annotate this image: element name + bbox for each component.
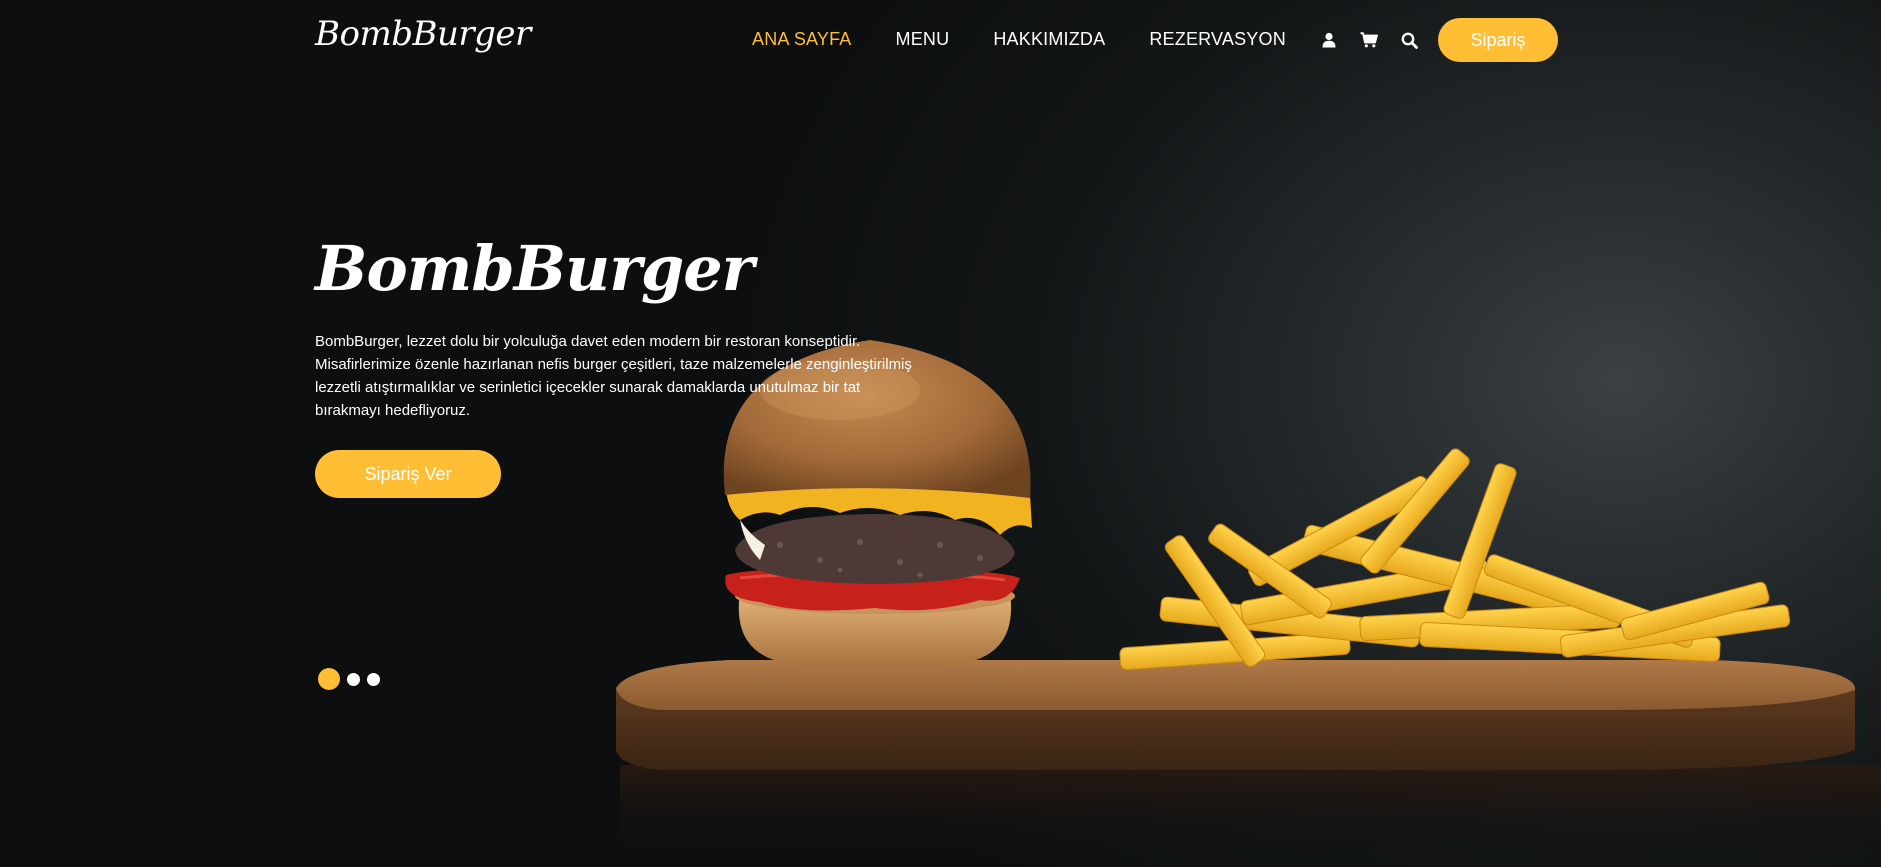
nav-link-menu[interactable]: MENU: [896, 29, 950, 50]
cart-icon[interactable]: [1359, 30, 1379, 50]
carousel-dot-3[interactable]: [367, 672, 380, 686]
carousel-dot-1[interactable]: [318, 668, 340, 690]
carousel-indicators: [318, 668, 380, 690]
navbar: BombBurger ANA SAYFA MENU HAKKIMIZDA REZ…: [0, 0, 1881, 80]
hero-title: BombBurger: [315, 232, 754, 305]
page: BombBurger ANA SAYFA MENU HAKKIMIZDA REZ…: [0, 0, 1881, 867]
logo[interactable]: BombBurger: [315, 14, 531, 54]
nav-link-hakkimizda[interactable]: HAKKIMIZDA: [993, 29, 1105, 50]
order-button[interactable]: Sipariş: [1438, 18, 1558, 62]
carousel-dot-2[interactable]: [347, 672, 360, 686]
nav-link-rezervasyon[interactable]: REZERVASYON: [1149, 29, 1286, 50]
nav-icons: [1319, 30, 1419, 50]
nav-link-ana-sayfa[interactable]: ANA SAYFA: [752, 29, 852, 50]
order-now-button[interactable]: Sipariş Ver: [315, 450, 501, 498]
user-icon[interactable]: [1319, 30, 1339, 50]
nav-links: ANA SAYFA MENU HAKKIMIZDA REZERVASYON: [752, 29, 1286, 50]
search-icon[interactable]: [1399, 30, 1419, 50]
hero-description: BombBurger, lezzet dolu bir yolculuğa da…: [315, 333, 912, 419]
